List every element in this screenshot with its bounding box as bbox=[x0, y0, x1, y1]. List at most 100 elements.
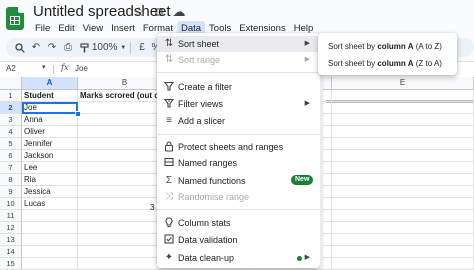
menu-item-column-stats[interactable]: Column stats bbox=[157, 215, 320, 231]
fx-icon: fx bbox=[61, 63, 69, 72]
menu-item-named-ranges[interactable]: Named ranges bbox=[157, 155, 320, 171]
cell-a11[interactable] bbox=[22, 210, 78, 222]
menu-item-label: Filter views bbox=[178, 99, 224, 109]
new-badge: New bbox=[291, 175, 314, 185]
row-header-11[interactable]: 11 bbox=[0, 210, 22, 222]
row-header-4[interactable]: 4 bbox=[0, 126, 22, 138]
row-header-9[interactable]: 9 bbox=[0, 186, 22, 198]
cell-e9[interactable] bbox=[332, 186, 474, 198]
row-header-14[interactable]: 14 bbox=[0, 246, 22, 258]
cell-a4[interactable]: Oliver bbox=[22, 126, 78, 138]
cell-a2[interactable]: Joe bbox=[22, 102, 78, 114]
cell-e11[interactable] bbox=[332, 210, 474, 222]
submenu-arrow-icon: ▶ bbox=[304, 254, 310, 261]
sort-prefix: Sort sheet by bbox=[328, 42, 378, 51]
cell-e1[interactable] bbox=[332, 90, 474, 102]
formula-divider bbox=[53, 65, 54, 74]
cell-e10[interactable] bbox=[332, 198, 474, 210]
select-all-corner[interactable] bbox=[0, 77, 22, 90]
column-header-e[interactable]: E bbox=[332, 77, 474, 90]
sort-z-to-a-item[interactable]: Sort sheet by column A (Z to A) bbox=[328, 59, 442, 68]
cell-e5[interactable] bbox=[332, 138, 474, 150]
cell-a3[interactable]: Anna bbox=[22, 114, 78, 126]
sort-column: column A bbox=[377, 59, 414, 68]
cell-e2[interactable] bbox=[332, 102, 474, 114]
menu-item-data-validation[interactable]: Data validation bbox=[157, 232, 320, 248]
cell-a7[interactable]: Lee bbox=[22, 162, 78, 174]
paint-format-icon[interactable] bbox=[76, 39, 92, 56]
row-header-5[interactable]: 5 bbox=[0, 138, 22, 150]
sort-a-to-z-item[interactable]: Sort sheet by column A (A to Z) bbox=[328, 42, 442, 51]
cell-e12[interactable] bbox=[332, 222, 474, 234]
row-header-2[interactable]: 2 bbox=[0, 102, 22, 114]
cell-a8[interactable]: Ria bbox=[22, 174, 78, 186]
cell-a9[interactable]: Jessica bbox=[22, 186, 78, 198]
cell-a1[interactable]: Student bbox=[22, 90, 78, 102]
formula-input[interactable]: Joe bbox=[75, 64, 88, 73]
sort-order: (Z to A) bbox=[413, 59, 442, 68]
row-header-12[interactable]: 12 bbox=[0, 222, 22, 234]
row-header-3[interactable]: 3 bbox=[0, 114, 22, 126]
cell-e13[interactable] bbox=[332, 234, 474, 246]
row-header-6[interactable]: 6 bbox=[0, 150, 22, 162]
star-icon[interactable]: ☆ bbox=[132, 4, 146, 20]
menu-item-label: Data clean-up bbox=[178, 253, 235, 263]
sort-prefix: Sort sheet by bbox=[328, 59, 378, 68]
menu-edit[interactable]: Edit bbox=[54, 21, 78, 37]
menu-item-label: Protect sheets and ranges bbox=[178, 142, 284, 152]
menu-item-protect-sheets[interactable]: Protect sheets and ranges bbox=[157, 139, 320, 155]
row-header-10[interactable]: 10 bbox=[0, 198, 22, 210]
chevron-down-icon: ▼ bbox=[120, 44, 127, 51]
undo-icon[interactable]: ↶ bbox=[28, 39, 44, 56]
menu-view[interactable]: View bbox=[79, 21, 107, 37]
cell-e3[interactable] bbox=[332, 114, 474, 126]
redo-icon[interactable]: ↷ bbox=[44, 39, 60, 56]
row-header-13[interactable]: 13 bbox=[0, 234, 22, 246]
menu-item-create-filter[interactable]: Create a filter bbox=[157, 79, 320, 95]
zoom-select[interactable]: 100% ▼ bbox=[92, 39, 126, 56]
cell-a15[interactable] bbox=[22, 258, 78, 270]
row-header-8[interactable]: 8 bbox=[0, 174, 22, 186]
search-menus-icon[interactable] bbox=[12, 39, 28, 56]
row-header-15[interactable]: 15 bbox=[0, 258, 22, 270]
cell-e4[interactable] bbox=[332, 126, 474, 138]
menu-item-label: Add a slicer bbox=[178, 116, 226, 126]
menu-item-randomise-range[interactable]: ⤨ Randomise range bbox=[157, 189, 320, 205]
cell-a5[interactable]: Jennifer bbox=[22, 138, 78, 150]
sheets-logo[interactable] bbox=[6, 7, 24, 30]
column-header-a[interactable]: A bbox=[22, 77, 78, 90]
cell-a14[interactable] bbox=[22, 246, 78, 258]
cell-e8[interactable] bbox=[332, 174, 474, 186]
move-to-folder-icon[interactable]: ⧉ bbox=[152, 4, 166, 20]
menu-insert[interactable]: Insert bbox=[107, 21, 139, 37]
named-ranges-icon bbox=[163, 157, 175, 169]
slicer-icon: ≡ bbox=[166, 115, 172, 126]
name-box-dropdown-icon[interactable]: ▾ bbox=[42, 63, 46, 71]
submenu-arrow-icon: ▶ bbox=[304, 56, 310, 63]
menu-item-filter-views[interactable]: Filter views ▶ bbox=[157, 96, 320, 112]
submenu-arrow-icon: ▶ bbox=[304, 40, 310, 47]
row-header-1[interactable]: 1 bbox=[0, 90, 22, 102]
row-header-7[interactable]: 7 bbox=[0, 162, 22, 174]
cell-a6[interactable]: Jackson bbox=[22, 150, 78, 162]
print-icon[interactable]: ⎙ bbox=[60, 39, 76, 56]
cloud-status-icon[interactable]: ☁ bbox=[172, 4, 186, 20]
menu-item-add-slicer[interactable]: ≡ Add a slicer bbox=[157, 113, 320, 129]
cell-e7[interactable] bbox=[332, 162, 474, 174]
cell-a13[interactable] bbox=[22, 234, 78, 246]
menu-item-sort-range[interactable]: ⇅ Sort range ▶ bbox=[157, 52, 320, 68]
menu-item-data-clean-up[interactable]: ✦ Data clean-up ▶ bbox=[157, 250, 320, 266]
currency-format-button[interactable]: £ bbox=[135, 39, 149, 56]
cell-e6[interactable] bbox=[332, 150, 474, 162]
menu-item-named-functions[interactable]: Σ Named functions New bbox=[157, 173, 320, 189]
cell-a10[interactable]: Lucas bbox=[22, 198, 78, 210]
menu-item-sort-sheet[interactable]: ⇅ Sort sheet ▶ bbox=[157, 36, 320, 52]
cell-e14[interactable] bbox=[332, 246, 474, 258]
fill-handle[interactable] bbox=[75, 111, 81, 117]
menu-item-label: Data validation bbox=[178, 235, 238, 245]
cell-a12[interactable] bbox=[22, 222, 78, 234]
menu-file[interactable]: File bbox=[31, 21, 54, 37]
new-indicator-dot bbox=[297, 256, 302, 261]
cell-e15[interactable] bbox=[332, 258, 474, 270]
name-box[interactable]: A2 bbox=[6, 64, 16, 73]
